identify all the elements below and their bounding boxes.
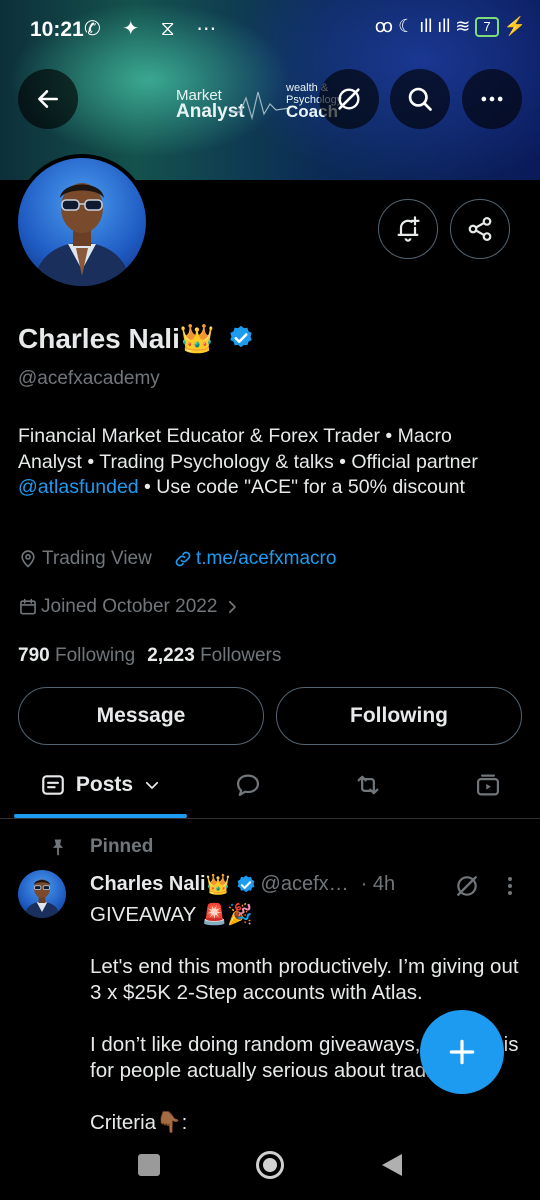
tweet-more-button[interactable] xyxy=(500,874,520,903)
more-horizontal-icon xyxy=(481,96,503,102)
more-options-button[interactable] xyxy=(462,69,522,129)
grok-icon xyxy=(338,88,360,110)
tweet-grok-button[interactable] xyxy=(454,873,480,904)
arrow-left-icon xyxy=(38,90,58,108)
more-vertical-icon xyxy=(508,877,512,895)
charging-icon: ⚡ xyxy=(503,16,526,36)
grok-button[interactable] xyxy=(319,69,379,129)
status-bar: 10:21 ✆ ✦ ⧖ ⋯ ꝏ ☾ ıll ıll ≋ 7 ⚡ xyxy=(0,0,540,60)
link-icon xyxy=(175,551,191,567)
following-button[interactable]: Following xyxy=(276,687,522,745)
tweet-line: Criteria👇🏾: xyxy=(90,1111,188,1134)
recents-button[interactable] xyxy=(138,1154,160,1176)
tab-posts[interactable]: Posts xyxy=(14,752,187,818)
tweet-header: Charles Nali 👑 @acefx… · 4h xyxy=(90,872,395,897)
message-button[interactable]: Message xyxy=(18,687,264,745)
bio-text-part1: Financial Market Educator & Forex Trader… xyxy=(18,425,478,473)
share-icon xyxy=(468,217,492,241)
compose-post-button[interactable] xyxy=(420,1010,504,1094)
profile-name: Charles Nali👑 xyxy=(18,322,255,355)
tab-reposts[interactable] xyxy=(330,752,406,818)
share-profile-button[interactable] xyxy=(450,199,510,259)
profile-joined-date[interactable]: Joined October 2022 xyxy=(18,596,241,618)
followers-stat[interactable]: 2,223 Followers xyxy=(147,645,281,667)
status-system-icons: ꝏ ☾ ıll ıll ≋ 7 ⚡ xyxy=(374,16,526,38)
profile-location: Trading View xyxy=(18,548,152,570)
video-stack-icon xyxy=(476,774,500,796)
back-button[interactable] xyxy=(18,69,78,129)
reply-bubble-icon xyxy=(236,774,260,797)
followers-count: 2,223 xyxy=(147,645,195,666)
follow-stats: 790 Following 2,223 Followers xyxy=(18,645,281,667)
bio-text-part2: • Use code "ACE" for a 50% discount xyxy=(138,476,465,498)
tweet-line: Let's end this month productively. I’m g… xyxy=(90,955,519,1004)
battery-icon: 7 xyxy=(475,17,499,38)
profile-bio: Financial Market Educator & Forex Trader… xyxy=(18,424,518,501)
grok-icon xyxy=(457,876,477,896)
profile-tabs: Posts xyxy=(0,752,540,819)
plus-icon xyxy=(449,1039,475,1065)
bell-plus-icon xyxy=(397,216,420,242)
tweet-author-name[interactable]: Charles Nali xyxy=(90,873,206,896)
search-icon xyxy=(408,87,432,111)
verified-badge-icon xyxy=(229,325,252,348)
location-pin-icon xyxy=(21,550,35,568)
calendar-icon xyxy=(20,598,36,615)
following-stat[interactable]: 790 Following xyxy=(18,645,135,667)
avatar-illustration xyxy=(32,183,132,286)
pin-icon xyxy=(53,839,63,856)
bio-mention-link[interactable]: @atlasfunded xyxy=(18,476,139,498)
following-count: 790 xyxy=(18,645,50,666)
following-label: Following xyxy=(54,645,136,666)
status-time: 10:21 xyxy=(30,18,84,41)
signal-wifi-icons: ꝏ ☾ ıll ıll ≋ xyxy=(374,16,471,36)
pulse-line-graphic xyxy=(230,91,290,121)
active-tab-indicator xyxy=(14,814,187,818)
location-text: Trading View xyxy=(42,548,152,569)
tweet-blank-line xyxy=(90,928,520,954)
website-link[interactable]: t.me/acefxmacro xyxy=(196,548,336,570)
profile-avatar[interactable] xyxy=(14,154,150,290)
notifications-subscribe-button[interactable] xyxy=(378,199,438,259)
repost-icon xyxy=(357,775,379,795)
tweet-time: · 4h xyxy=(360,873,396,895)
tweet-crown-emoji: 👑 xyxy=(205,874,231,896)
system-navigation-bar xyxy=(0,1140,540,1200)
joined-text: Joined October 2022 xyxy=(41,596,218,617)
search-button[interactable] xyxy=(390,69,450,129)
followers-label: Followers xyxy=(200,645,282,666)
avatar-illustration-small xyxy=(23,879,61,918)
profile-name-text: Charles Nali xyxy=(18,323,180,354)
crown-emoji: 👑 xyxy=(179,323,215,354)
status-notification-icons: ✆ ✦ ⧖ ⋯ xyxy=(84,18,225,40)
tab-replies[interactable] xyxy=(210,752,286,818)
profile-handle: @acefxacademy xyxy=(18,368,160,389)
tab-posts-label: Posts xyxy=(75,773,134,796)
tweet-line: GIVEAWAY 🚨🎉 xyxy=(90,903,253,926)
chevron-down-icon xyxy=(146,781,159,789)
pinned-text: Pinned xyxy=(90,836,154,857)
profile-website[interactable]: t.me/acefxmacro xyxy=(173,548,336,570)
pinned-label-row: Pinned xyxy=(48,836,153,858)
chevron-right-icon xyxy=(229,600,237,614)
tweet-author-avatar[interactable] xyxy=(18,870,66,918)
home-dot xyxy=(263,1158,277,1172)
home-button[interactable] xyxy=(256,1151,284,1179)
posts-icon xyxy=(42,775,64,795)
tweet-handle: @acefx… xyxy=(260,873,349,895)
tweet-verified-badge-icon xyxy=(237,874,254,892)
back-triangle-button[interactable] xyxy=(380,1152,404,1178)
tab-media[interactable] xyxy=(450,752,526,818)
